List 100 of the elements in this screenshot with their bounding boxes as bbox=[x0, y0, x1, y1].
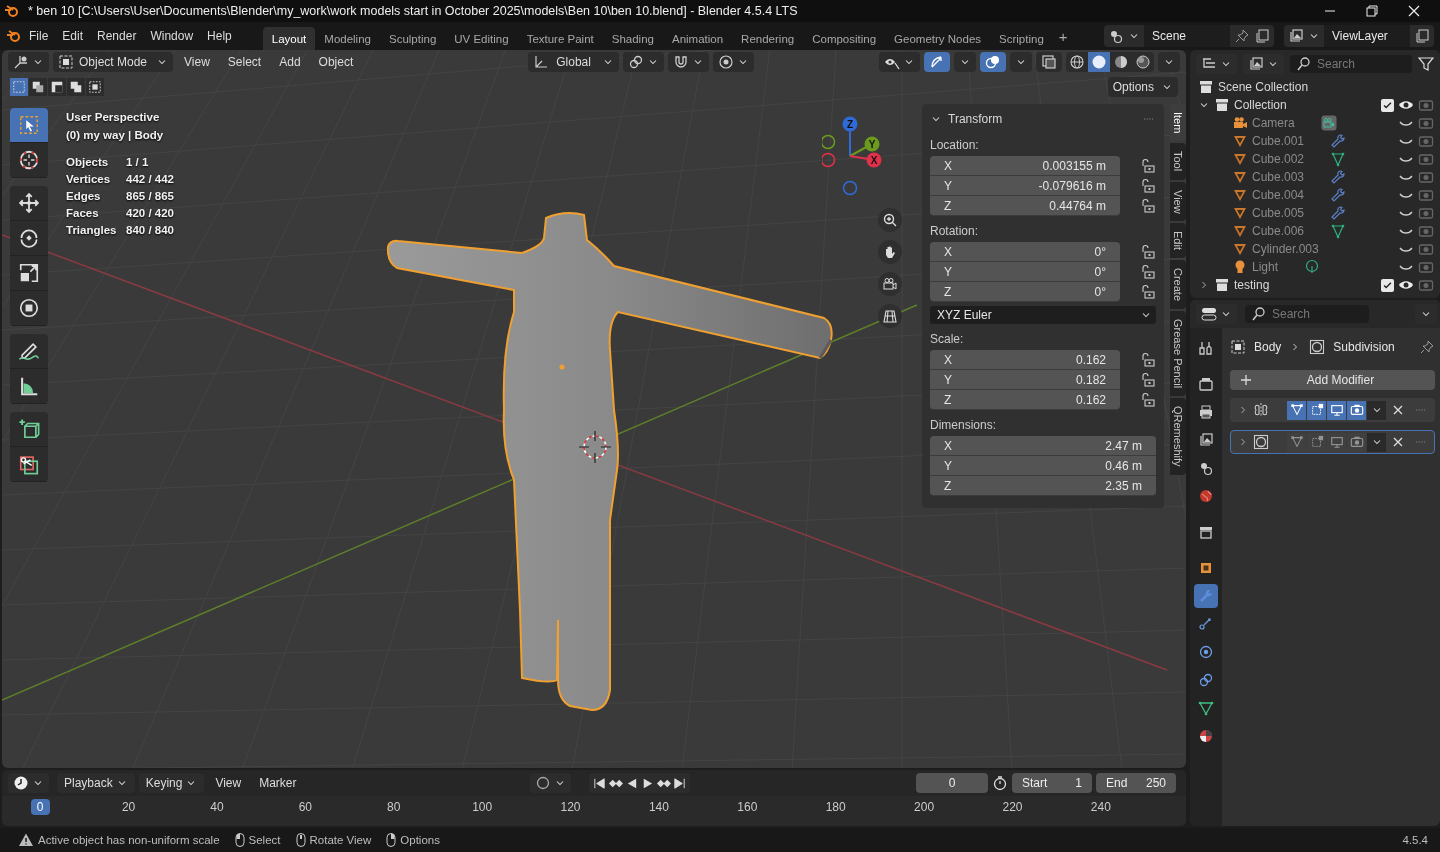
tree-item[interactable]: Cube.005 bbox=[1252, 206, 1305, 220]
workspace-tab[interactable]: Texture Paint bbox=[517, 27, 603, 50]
frame-number: 80 bbox=[387, 800, 401, 814]
tree-item[interactable]: Camera bbox=[1252, 116, 1295, 130]
search-field[interactable]: Search bbox=[1245, 305, 1369, 323]
search-field[interactable]: Search bbox=[1290, 55, 1412, 73]
group-label: Rotation: bbox=[930, 224, 980, 238]
view-context: (0) my way | Body bbox=[66, 128, 165, 143]
workspace-tab[interactable]: Shading bbox=[602, 27, 663, 50]
tree-item[interactable]: Cube.001 bbox=[1252, 134, 1305, 148]
axis-gizmo[interactable]: Z Y X bbox=[822, 112, 902, 198]
menu-item[interactable]: File bbox=[22, 25, 56, 47]
stat-value: 442 / 442 bbox=[126, 172, 174, 187]
frame-number: 40 bbox=[210, 800, 224, 814]
orientation-dropdown[interactable]: Global bbox=[528, 52, 619, 72]
number-field[interactable]: Y 0.46 m bbox=[930, 456, 1156, 476]
group-label: Location: bbox=[930, 138, 980, 152]
tree-item[interactable]: testing bbox=[1234, 278, 1270, 292]
frame-number: 20 bbox=[121, 800, 136, 814]
workspace-tab[interactable]: Modeling bbox=[315, 27, 380, 50]
end-frame-field[interactable]: End 250 bbox=[1096, 773, 1176, 793]
workspace-tab[interactable]: Rendering bbox=[732, 27, 804, 50]
number-field[interactable]: Y 0.182 bbox=[930, 370, 1120, 390]
tree-item[interactable]: Cube.002 bbox=[1252, 152, 1305, 166]
workspace-tab[interactable]: Layout bbox=[262, 27, 316, 50]
current-frame-field[interactable]: 0 bbox=[916, 773, 988, 793]
frame-number: 120 bbox=[560, 800, 581, 814]
tree-item[interactable]: Light bbox=[1252, 260, 1279, 274]
workspace-tab[interactable]: Geometry Nodes bbox=[885, 27, 991, 50]
group-label: Dimensions: bbox=[930, 418, 998, 432]
rotation-mode-dropdown[interactable]: XYZ Euler bbox=[930, 306, 1156, 324]
view-layer-selector[interactable]: ViewLayer bbox=[1284, 25, 1434, 47]
workspace-tab[interactable]: Sculpting bbox=[379, 27, 446, 50]
add-workspace-button[interactable]: + bbox=[1052, 27, 1074, 45]
menu-dropdown[interactable]: Playback bbox=[57, 773, 135, 793]
menu-item[interactable]: Object bbox=[311, 55, 361, 69]
workspace-tab[interactable]: Compositing bbox=[803, 27, 886, 50]
number-field[interactable]: Y 0° bbox=[930, 262, 1120, 282]
breadcrumb-item[interactable]: Subdivision bbox=[1333, 340, 1395, 354]
version-label: 4.5.4 bbox=[1402, 834, 1428, 846]
frame-number: 200 bbox=[914, 800, 935, 814]
stat-label: Objects bbox=[66, 155, 110, 170]
scene-selector[interactable]: Scene bbox=[1104, 25, 1274, 47]
hint-label: Options bbox=[400, 834, 440, 846]
sidebar-tab[interactable]: Create bbox=[1170, 260, 1186, 310]
number-field[interactable]: X 0.003155 m bbox=[930, 156, 1120, 176]
stat-value: 865 / 865 bbox=[126, 189, 174, 204]
workspace-tab[interactable]: Animation bbox=[662, 27, 733, 50]
add-modifier-button[interactable]: Add Modifier bbox=[1230, 370, 1435, 390]
frame-number: 60 bbox=[298, 800, 313, 814]
number-field[interactable]: Z 0.162 bbox=[930, 390, 1120, 410]
menu-item[interactable]: Help bbox=[200, 25, 239, 47]
window-title: * ben 10 [C:\Users\User\Documents\Blender\my_work\work models start in October 2025\models\Ben 10\ben 10.blend] - Blender 4.5.4 LTS bbox=[28, 4, 799, 18]
breadcrumb-item[interactable]: Body bbox=[1254, 340, 1282, 354]
frame-number: 240 bbox=[1090, 800, 1111, 814]
menu-item[interactable]: Render bbox=[90, 25, 144, 47]
stat-label: Triangles bbox=[66, 223, 118, 238]
number-field[interactable]: X 2.47 m bbox=[930, 436, 1156, 456]
start-frame-field[interactable]: Start 1 bbox=[1012, 773, 1092, 793]
tree-item[interactable]: Cylinder.003 bbox=[1252, 242, 1319, 256]
menu-item[interactable]: View bbox=[177, 55, 217, 69]
stat-value: 1 / 1 bbox=[126, 155, 150, 170]
frame-number: 100 bbox=[472, 800, 493, 814]
frame-number: 220 bbox=[1002, 800, 1023, 814]
workspace-tab[interactable]: Scripting bbox=[990, 27, 1053, 50]
menu-item[interactable]: Marker bbox=[252, 776, 304, 790]
group-label: Scale: bbox=[930, 332, 965, 346]
options-dropdown[interactable]: Options bbox=[1107, 77, 1178, 97]
frame-number: 0 bbox=[30, 799, 50, 815]
workspace-tab[interactable]: UV Editing bbox=[445, 27, 518, 50]
tree-item[interactable]: Collection bbox=[1234, 98, 1287, 112]
tree-item[interactable]: Cube.003 bbox=[1252, 170, 1305, 184]
status-message: Active object has non-uniform scale bbox=[38, 834, 220, 846]
stat-value: 420 / 420 bbox=[126, 206, 174, 221]
sidebar-tab[interactable]: Grease Pencil bbox=[1170, 311, 1186, 397]
menu-dropdown[interactable]: Keying bbox=[138, 773, 205, 793]
number-field[interactable]: Z 0.44764 m bbox=[930, 196, 1120, 216]
number-field[interactable]: X 0.162 bbox=[930, 350, 1120, 370]
stat-label: Edges bbox=[66, 189, 102, 204]
tree-item[interactable]: Scene Collection bbox=[1218, 80, 1309, 94]
sidebar-tab[interactable]: Edit bbox=[1170, 223, 1186, 259]
frame-number: 160 bbox=[737, 800, 758, 814]
tree-item[interactable]: Cube.006 bbox=[1252, 224, 1305, 238]
stat-label: Faces bbox=[66, 206, 100, 221]
menu-item[interactable]: Window bbox=[143, 25, 201, 47]
menu-item[interactable]: View bbox=[208, 776, 249, 790]
panel-title[interactable]: Transform bbox=[948, 112, 1003, 126]
number-field[interactable]: Z 2.35 m bbox=[930, 476, 1156, 496]
sidebar-tab[interactable]: QRemeshify bbox=[1170, 398, 1186, 475]
sidebar-tab[interactable]: View bbox=[1170, 181, 1186, 222]
mode-dropdown[interactable]: Object Mode bbox=[53, 52, 174, 72]
menu-item[interactable]: Add bbox=[272, 55, 308, 69]
sidebar-tab[interactable]: Tool bbox=[1170, 143, 1186, 180]
number-field[interactable]: Y -0.079616 m bbox=[930, 176, 1120, 196]
stat-label: Vertices bbox=[66, 172, 112, 187]
number-field[interactable]: X 0° bbox=[930, 242, 1120, 262]
tree-item[interactable]: Cube.004 bbox=[1252, 188, 1305, 202]
menu-item[interactable]: Select bbox=[220, 55, 269, 69]
number-field[interactable]: Z 0° bbox=[930, 282, 1120, 302]
menu-item[interactable]: Edit bbox=[55, 25, 91, 47]
